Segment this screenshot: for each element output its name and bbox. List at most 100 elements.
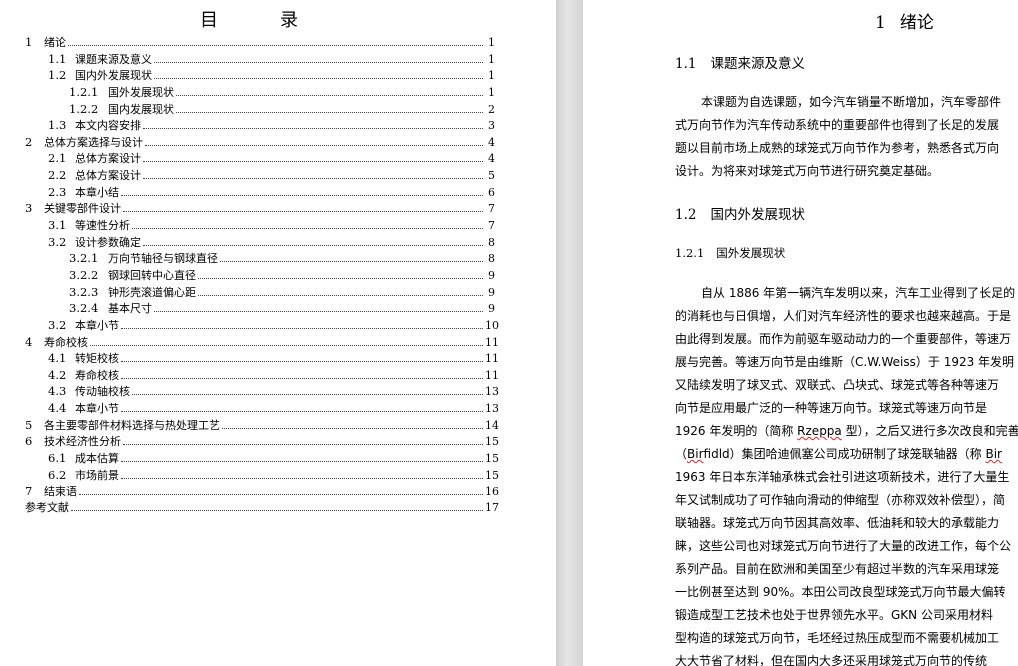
toc-entry-number: 4 (25, 334, 33, 349)
toc-entry-label: 课题来源及意义 (75, 52, 152, 66)
section-number: 1.2 (675, 207, 697, 223)
toc-leader-dots (154, 70, 483, 80)
toc-entry[interactable]: 参考文献 17 (25, 500, 499, 517)
toc-entry[interactable]: 4.3 传动轴校核 13 (25, 383, 499, 400)
paragraph-line: 大大节省了材料，但在国内大多还采用球笼式万向节的传统 (675, 654, 988, 666)
section-title: 课题来源及意义 (710, 56, 805, 72)
toc-entry[interactable]: 5 各主要零部件材料选择与热处理工艺 14 (25, 417, 499, 434)
toc-entry-page: 4 (488, 135, 495, 149)
toc-entry[interactable]: 4.2 寿命校核 11 (25, 367, 499, 384)
toc-entry-number: 2.3 (48, 184, 67, 199)
toc-entry[interactable]: 6.1 成本估算 15 (25, 450, 499, 467)
toc-entry-page: 9 (488, 268, 495, 282)
toc-entry-label: 本章小结 (75, 185, 119, 199)
toc-entry[interactable]: 4.1 转矩校核 11 (25, 350, 499, 367)
toc-entry[interactable]: 3.2.3 钟形壳滚道偏心距 9 (25, 284, 495, 301)
toc-entry-number: 3.2 (48, 234, 67, 249)
paragraph-line: 锻造成型工艺技术也处于世界领先水平。GKN 公司采用材料 (675, 608, 993, 622)
toc-entry-number: 1 (25, 35, 33, 49)
toc-entry-number: 3 (25, 201, 33, 216)
paragraph-1-2-1: 自从 1886 年第一辆汽车发明以来，汽车工业得到了长足的 的消耗也与日俱增，人们… (675, 282, 1018, 666)
toc-entry-number: 6.2 (48, 467, 67, 482)
toc-leader-dots (154, 303, 483, 313)
toc-entry[interactable]: 1.2.2 国内发展现状 2 (25, 101, 495, 118)
toc-entry-label: 寿命校核 (75, 368, 119, 382)
paragraph-line: 向节是应用最广泛的一种等速万向节。球笼式等速万向节是 (675, 401, 988, 415)
toc-entry-number: 4.3 (48, 384, 67, 399)
section-number: 1.1 (675, 56, 697, 72)
paragraph-line: 联轴器。球笼式万向节因其高效率、低油耗和较大的承载能力 (675, 516, 1000, 530)
toc-entry[interactable]: 1.2.1 国外发展现状 1 (25, 84, 495, 101)
toc-entry-number: 6 (25, 434, 33, 449)
toc-entry[interactable]: 2.2 总体方案设计 5 (25, 167, 495, 184)
toc-entry-label: 国内外发展现状 (75, 69, 152, 83)
paragraph-line: 系列产品。目前在欧洲和美国至少有超过半数的汽车采用球笼 (675, 562, 1000, 576)
subsection-number: 1.2.1 (675, 246, 705, 260)
toc-entry[interactable]: 3.2.2 钢球回转中心直径 9 (25, 267, 495, 284)
toc-entry-label: 国内发展现状 (108, 102, 174, 116)
toc-entry-number: 4.2 (48, 367, 67, 382)
toc-leader-dots (71, 502, 483, 511)
paragraph-line: 本课题为自选课题，如今汽车销量不断增加，汽车零部件 (701, 95, 1002, 109)
paragraph-line: 型构造的球笼式万向节，毛坯经过热压成型而不需要机械加工 (675, 631, 1000, 645)
subsection-title: 国外发展现状 (716, 246, 786, 260)
toc-entry-label: 总体方案设计 (75, 152, 141, 166)
toc-entry[interactable]: 2 总体方案选择与设计 4 (25, 134, 495, 151)
toc-entry[interactable]: 1.2 国内外发展现状 1 (25, 67, 495, 84)
toc-entry[interactable]: 1.3 本文内容安排 3 (25, 117, 495, 134)
toc-leader-dots (121, 353, 483, 363)
toc-entry[interactable]: 3.2.4 基本尺寸 9 (25, 300, 495, 317)
toc-entry-page: 11 (485, 368, 499, 382)
toc-entry-page: 8 (488, 235, 495, 249)
toc-entry[interactable]: 3.1 等速性分析 7 (25, 217, 495, 234)
toc-leader-dots (68, 37, 483, 46)
toc-leader-dots (123, 436, 483, 446)
toc-leader-dots (176, 104, 483, 113)
toc-entry[interactable]: 1.1 课题来源及意义 1 (25, 51, 495, 68)
toc-entry-number: 1.2 (48, 68, 67, 83)
toc-entry[interactable]: 7 结束语 16 (25, 483, 499, 500)
toc-entry[interactable]: 3.2 本章小节 10 (25, 317, 499, 334)
toc-entry-number: 2.1 (48, 151, 67, 166)
toc-entry[interactable]: 6.2 市场前景 15 (25, 467, 499, 484)
toc-entry[interactable]: 1 绪论 1 (25, 34, 495, 51)
toc-entry[interactable]: 3.2.1 万向节轴径与钢球直径 8 (25, 250, 495, 267)
subsection-heading-1-2-1: 1.2.1 国外发展现状 (675, 245, 785, 261)
toc-entry[interactable]: 4 寿命校核 11 (25, 334, 499, 351)
toc-title: 目 录 (200, 10, 320, 31)
toc-entry-label: 成本估算 (75, 452, 119, 466)
toc-leader-dots (121, 187, 483, 196)
toc-leader-dots (176, 87, 483, 96)
toc-entry-page: 11 (485, 352, 499, 366)
toc-entry[interactable]: 3 关键零部件设计 7 (25, 200, 495, 217)
toc-entry[interactable]: 2.3 本章小结 6 (25, 184, 495, 201)
chapter-page: 1 绪论 1.1 课题来源及意义 本课题为自选课题，如今汽车销量不断增加，汽车零部件… (583, 0, 1018, 666)
toc-entry-label: 本章小节 (75, 402, 119, 416)
toc-entry-label: 总体方案选择与设计 (44, 135, 143, 149)
toc-entry[interactable]: 6 技术经济性分析 15 (25, 433, 499, 450)
chapter-title: 绪论 (899, 13, 934, 33)
toc-leader-dots (143, 120, 483, 130)
toc-entry[interactable]: 2.1 总体方案设计 4 (25, 150, 495, 167)
toc-entry-label: 转矩校核 (75, 352, 119, 366)
toc-leader-dots (222, 420, 483, 429)
toc-entry-label: 钢球回转中心直径 (108, 268, 196, 282)
paragraph-line: 题以目前市场上成熟的球笼式万向节作为参考，熟悉各式万向 (675, 141, 1000, 155)
toc-entry-page: 1 (488, 36, 495, 49)
toc-entry-page: 13 (485, 385, 499, 399)
toc-entry-page: 1 (488, 69, 495, 83)
paragraph-line: （Birfidld）集团哈迪佩塞公司成功研制了球笼联轴器（称 Bir (675, 447, 1002, 461)
toc-entry-number: 2.2 (48, 168, 67, 183)
toc-entry-number: 3.2 (48, 317, 67, 332)
toc-entry-label: 基本尺寸 (108, 302, 152, 316)
paragraph-line: 又陆续发明了球叉式、双联式、凸块式、球笼式等各种等速万 (675, 378, 1000, 392)
toc-entry-number: 3.2.3 (69, 284, 99, 299)
toc-entry-page: 8 (488, 252, 495, 266)
toc-leader-dots (121, 320, 483, 329)
toc-entry-label: 市场前景 (75, 468, 119, 482)
toc-entry-page: 6 (488, 185, 495, 199)
toc-entry[interactable]: 3.2 设计参数确定 8 (25, 234, 495, 251)
toc-leader-dots (123, 203, 483, 213)
toc-entry-page: 13 (485, 402, 499, 416)
toc-entry[interactable]: 4.4 本章小节 13 (25, 400, 499, 417)
